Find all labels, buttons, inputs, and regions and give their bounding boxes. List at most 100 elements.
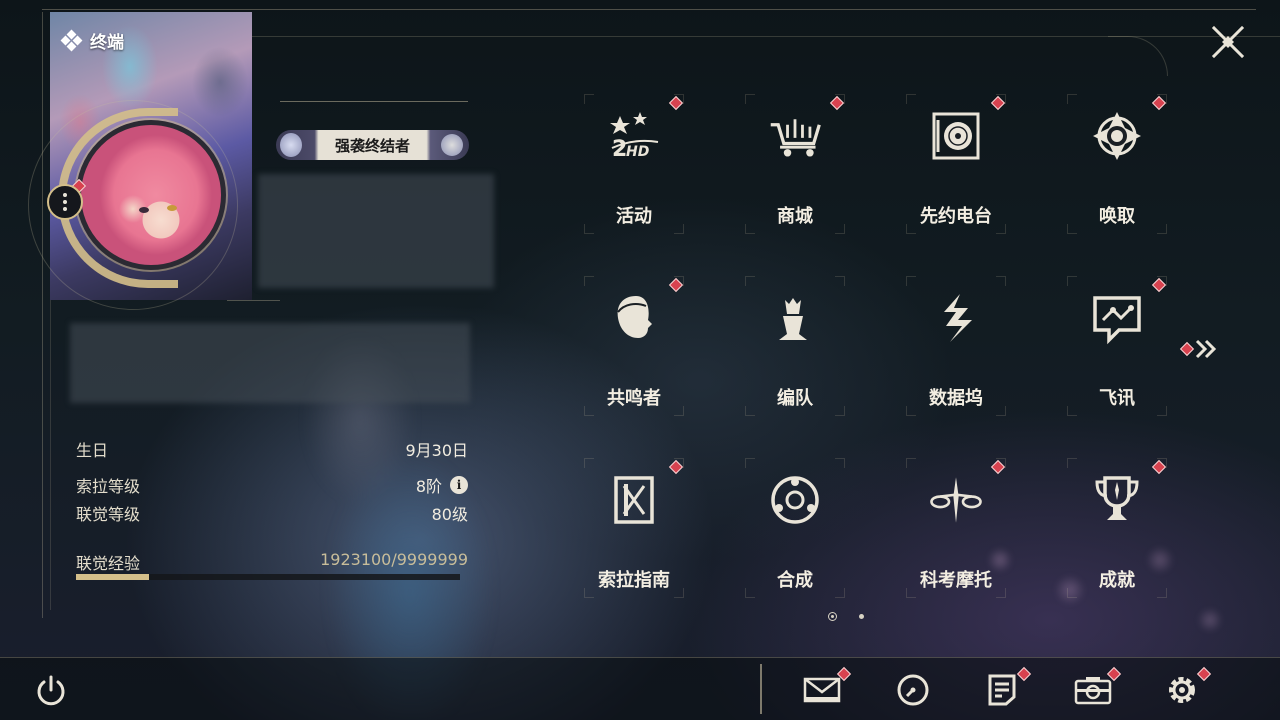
terminal-diamond-icon bbox=[60, 29, 83, 51]
stat-value: 8阶 bbox=[415, 477, 442, 496]
camera-button[interactable] bbox=[1073, 670, 1113, 710]
menu-tile-label: 索拉指南 bbox=[598, 570, 670, 591]
tile-corner-bracket bbox=[674, 406, 684, 416]
close-icon[interactable] bbox=[1210, 24, 1246, 60]
terminal-label-text: 终端 bbox=[90, 33, 124, 53]
tile-corner-bracket bbox=[1067, 588, 1077, 598]
tile-corner-bracket bbox=[996, 406, 1006, 416]
exp-progress-fill bbox=[76, 574, 149, 580]
message-chat-icon bbox=[1089, 290, 1145, 346]
tile-corner-bracket bbox=[584, 588, 594, 598]
frame-left-line bbox=[42, 12, 43, 618]
title-badge-text: 强袭终结者 bbox=[334, 136, 410, 155]
menu-tile[interactable]: 合成 bbox=[745, 458, 845, 598]
title-badge[interactable]: 强袭终结者 bbox=[276, 130, 469, 160]
clock-icon bbox=[897, 674, 929, 706]
motorbike-icon bbox=[928, 472, 984, 528]
page-indicator bbox=[828, 612, 864, 621]
team-chess-icon bbox=[767, 290, 823, 346]
frame-top-line bbox=[42, 9, 1256, 10]
tile-corner-bracket bbox=[1067, 276, 1077, 286]
stat-row-birthday: 生日 9月30日 bbox=[76, 435, 468, 463]
menu-tile[interactable]: 唤取 bbox=[1067, 94, 1167, 234]
radio-record-icon bbox=[928, 108, 984, 164]
next-page-button[interactable] bbox=[1179, 338, 1220, 360]
power-icon[interactable] bbox=[34, 674, 68, 708]
tile-corner-bracket bbox=[835, 458, 845, 468]
tile-corner-bracket bbox=[906, 406, 916, 416]
next-page-badge bbox=[1179, 341, 1195, 357]
exp-row: 联觉经验 1923100/9999999 bbox=[76, 550, 468, 574]
name-underline bbox=[280, 101, 468, 102]
resonator-head-icon bbox=[606, 290, 662, 346]
menu-tile[interactable]: 编队 bbox=[745, 276, 845, 416]
menu-tile[interactable]: 数据坞 bbox=[906, 276, 1006, 416]
notice-button[interactable] bbox=[982, 670, 1022, 710]
menu-tile[interactable]: 2 HD 活动 bbox=[584, 94, 684, 234]
terminal-title: 终端 bbox=[60, 28, 124, 53]
stat-label: 联觉等级 bbox=[76, 505, 141, 524]
redacted-player-info bbox=[258, 174, 494, 288]
notice-doc-icon bbox=[988, 674, 1016, 706]
menu-tile-label: 合成 bbox=[777, 570, 813, 591]
exp-value: 1923100/9999999 bbox=[320, 550, 468, 569]
data-dock-icon bbox=[928, 290, 984, 346]
menu-tile-label: 商城 bbox=[777, 206, 813, 227]
double-chevron-right-icon bbox=[1195, 339, 1217, 359]
frame-left-line-inner bbox=[50, 300, 51, 610]
avatar[interactable] bbox=[76, 120, 226, 270]
menu-tile-label: 先约电台 bbox=[920, 206, 992, 227]
menu-grid: 2 HD 活动 商城 先约电台 唤取共鸣者 编队 数据坞 飞讯索拉指南 合成 科考摩托 成就 bbox=[584, 94, 1167, 600]
menu-tile[interactable]: 飞讯 bbox=[1067, 276, 1167, 416]
tile-corner-bracket bbox=[906, 224, 916, 234]
tile-corner-bracket bbox=[996, 224, 1006, 234]
trophy-icon bbox=[1089, 472, 1145, 528]
summon-compass-icon bbox=[1089, 108, 1145, 164]
tile-corner-bracket bbox=[835, 588, 845, 598]
menu-tile[interactable]: 成就 bbox=[1067, 458, 1167, 598]
tile-corner-bracket bbox=[584, 224, 594, 234]
gear-icon bbox=[1169, 677, 1195, 703]
guide-book-icon bbox=[606, 472, 662, 528]
menu-tile[interactable]: 共鸣者 bbox=[584, 276, 684, 416]
frame-corner-curve bbox=[1108, 36, 1168, 76]
tile-corner-bracket bbox=[584, 458, 594, 468]
separator-line bbox=[227, 300, 280, 301]
settings-button[interactable] bbox=[1162, 670, 1202, 710]
menu-tile-label: 共鸣者 bbox=[607, 388, 661, 409]
stat-label: 生日 bbox=[76, 441, 109, 460]
profile-stats: 生日 9月30日 索拉等级 8阶 i 联觉等级 80级 bbox=[76, 435, 468, 527]
menu-tile[interactable]: 科考摩托 bbox=[906, 458, 1006, 598]
tile-corner-bracket bbox=[745, 94, 755, 104]
menu-tile[interactable]: 索拉指南 bbox=[584, 458, 684, 598]
mail-icon bbox=[803, 677, 841, 703]
menu-tile[interactable]: 商城 bbox=[745, 94, 845, 234]
mail-button[interactable] bbox=[802, 670, 842, 710]
tile-corner-bracket bbox=[1067, 94, 1077, 104]
tile-corner-bracket bbox=[1067, 224, 1077, 234]
page-dot-active[interactable] bbox=[828, 612, 837, 621]
stat-label: 索拉等级 bbox=[76, 477, 141, 496]
avatar-eye bbox=[167, 205, 177, 211]
page-dot[interactable] bbox=[859, 614, 864, 619]
tile-corner-bracket bbox=[674, 588, 684, 598]
tile-corner-bracket bbox=[906, 458, 916, 468]
avatar-eye bbox=[139, 207, 149, 213]
tile-corner-bracket bbox=[1067, 458, 1077, 468]
menu-tile-label: 成就 bbox=[1099, 570, 1135, 591]
svg-text:HD: HD bbox=[626, 144, 649, 160]
exp-label: 联觉经验 bbox=[76, 554, 141, 573]
info-icon[interactable]: i bbox=[450, 476, 468, 494]
tile-corner-bracket bbox=[745, 406, 755, 416]
tile-corner-bracket bbox=[996, 588, 1006, 598]
tile-corner-bracket bbox=[906, 276, 916, 286]
clock-button[interactable] bbox=[893, 670, 933, 710]
tile-corner-bracket bbox=[584, 276, 594, 286]
tile-corner-bracket bbox=[1067, 406, 1077, 416]
menu-tile[interactable]: 先约电台 bbox=[906, 94, 1006, 234]
tile-corner-bracket bbox=[1157, 224, 1167, 234]
stat-value: 80级 bbox=[431, 505, 468, 524]
profile-more-button[interactable] bbox=[47, 184, 83, 220]
tile-corner-bracket bbox=[674, 224, 684, 234]
tile-corner-bracket bbox=[835, 276, 845, 286]
